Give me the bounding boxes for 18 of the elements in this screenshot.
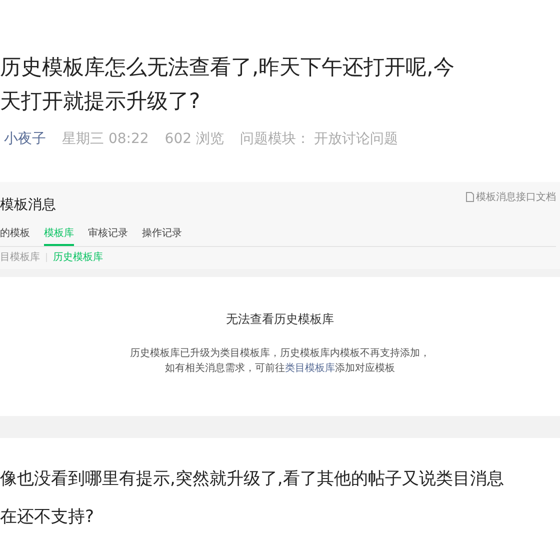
post-body: 像也没看到哪里有提示,突然就升级了,看了其他的帖子又说类目消息 在还不支持?	[0, 468, 505, 529]
tab[interactable]: 的模板	[0, 224, 30, 246]
tab[interactable]: 审核记录	[88, 224, 128, 246]
document-icon	[466, 192, 474, 202]
page-title: 模板消息	[0, 196, 56, 214]
view-count: 602 浏览	[164, 130, 224, 148]
post-title: 历史模板库怎么无法查看了,昨天下午还打开呢,今	[0, 54, 456, 81]
module-name: 开放讨论问题	[314, 130, 398, 148]
tab[interactable]: 操作记录	[142, 224, 182, 246]
notice-heading: 无法查看历史模板库	[226, 311, 334, 328]
notice-text: 历史模板库已升级为类目模板库，历史模板库内模板不再支持添加， 如有相关消息需求，可前往类目模板库添加对应模板	[130, 346, 430, 376]
post-title: 天打开就提示升级了?	[0, 88, 202, 115]
doc-link[interactable]: 模板消息接口文档	[466, 190, 556, 204]
post-time: 星期三 08:22	[62, 130, 149, 148]
category-library-link[interactable]: 类目模板库	[285, 363, 335, 374]
module-label: 问题模块：	[240, 130, 310, 148]
author-link[interactable]: 小夜子	[4, 130, 46, 148]
sub-tab[interactable]: 目模板库	[0, 250, 40, 264]
